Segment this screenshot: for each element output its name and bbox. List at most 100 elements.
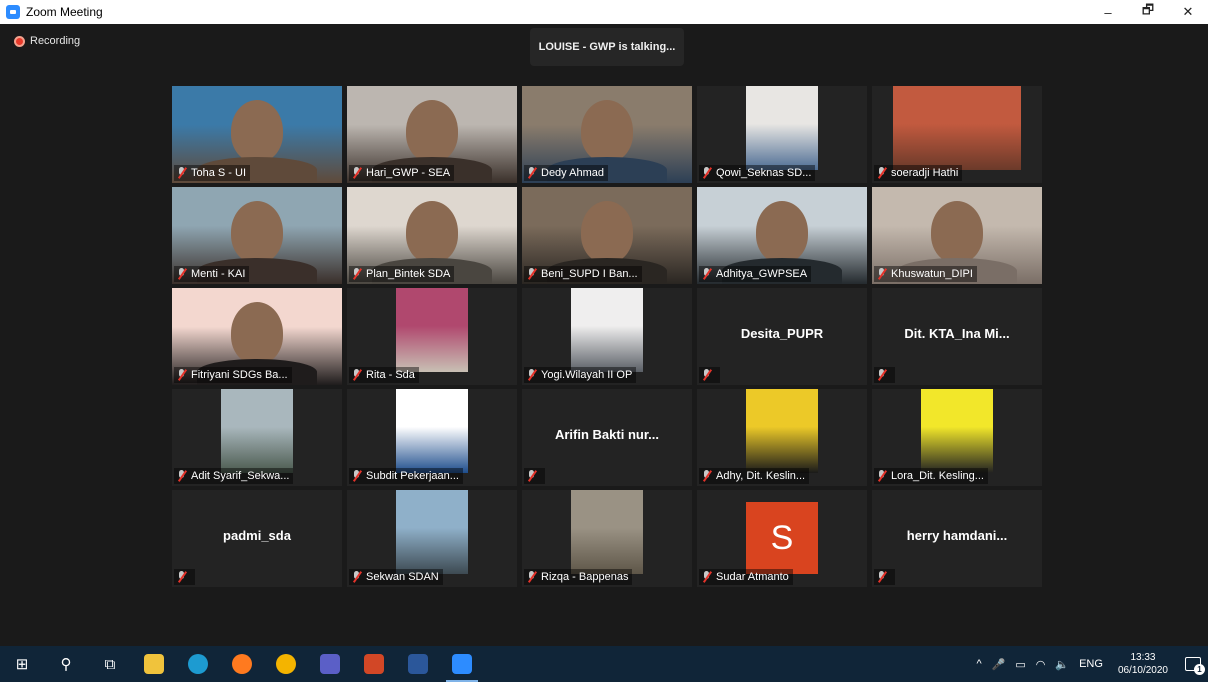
participant-tile[interactable]: Desita_PUPR — [697, 288, 867, 385]
search-icon: ⚲ — [60, 656, 72, 673]
participant-name: Hari_GWP - SEA — [366, 167, 451, 179]
participant-name: Yogi.Wilayah II OP — [541, 369, 633, 381]
participant-thumbnail — [571, 288, 643, 372]
taskbar-firefox-button[interactable] — [220, 646, 264, 682]
participant-tile[interactable]: herry hamdani... — [872, 490, 1042, 587]
participant-tile[interactable]: Plan_Bintek SDA — [347, 187, 517, 284]
taskbar-file-explorer-button[interactable] — [132, 646, 176, 682]
participant-tile[interactable]: Arifin Bakti nur... — [522, 389, 692, 486]
participant-tile[interactable]: Rita - Sda — [347, 288, 517, 385]
muted-mic-icon — [351, 369, 363, 381]
zoom-app-icon — [6, 5, 20, 19]
participant-name: soeradji Hathi — [891, 167, 959, 179]
participant-name-label: Rizqa - Bappenas — [524, 569, 633, 585]
muted-mic-icon — [876, 167, 888, 179]
participant-display-name: Desita_PUPR — [740, 326, 824, 341]
participant-tile[interactable]: Rizqa - Bappenas — [522, 490, 692, 587]
participant-name-label: Lora_Dit. Kesling... — [874, 468, 988, 484]
participant-name-label: Beni_SUPD I Ban... — [524, 266, 642, 282]
participant-display-name: padmi_sda — [223, 528, 291, 543]
participant-name: Sudar Atmanto — [716, 571, 789, 583]
taskbar-windows-start-button[interactable]: ⊞ — [0, 646, 44, 682]
participant-name-label: Fitriyani SDGs Ba... — [174, 367, 292, 383]
word-icon — [408, 654, 428, 674]
participant-name: Khuswatun_DIPI — [891, 268, 973, 280]
taskbar-powerpoint-button[interactable] — [352, 646, 396, 682]
window-title: Zoom Meeting — [26, 5, 103, 19]
recording-indicator[interactable]: Recording — [14, 35, 80, 47]
restore-button[interactable]: 🗗 — [1128, 0, 1168, 24]
task-view-icon: ⧉ — [104, 655, 116, 673]
participant-tile[interactable]: Toha S - UI — [172, 86, 342, 183]
participant-tile[interactable]: Qowi_Seknas SD... — [697, 86, 867, 183]
system-tray: ^ 🎤 ▭ ◠ 🔈 ENG 13:33 06/10/2020 1 — [972, 646, 1208, 682]
record-icon — [14, 35, 25, 47]
participant-thumbnail — [571, 490, 643, 574]
taskbar-word-button[interactable] — [396, 646, 440, 682]
participant-tile[interactable]: Hari_GWP - SEA — [347, 86, 517, 183]
action-center-button[interactable]: 1 — [1178, 646, 1208, 682]
taskbar-edge-button[interactable] — [176, 646, 220, 682]
participant-tile[interactable]: Yogi.Wilayah II OP — [522, 288, 692, 385]
participant-thumbnail — [893, 86, 1021, 170]
participant-face — [231, 302, 283, 364]
muted-mic-icon — [701, 571, 713, 583]
participant-tile[interactable]: Dit. KTA_Ina Mi... — [872, 288, 1042, 385]
show-hidden-icons-chevron[interactable]: ^ — [977, 658, 982, 670]
participant-thumbnail — [396, 389, 468, 473]
muted-mic-icon — [351, 268, 363, 280]
participant-tile[interactable]: Beni_SUPD I Ban... — [522, 187, 692, 284]
notification-badge: 1 — [1194, 664, 1205, 675]
muted-mic-icon — [701, 167, 713, 179]
participant-tile[interactable]: Khuswatun_DIPI — [872, 187, 1042, 284]
participant-face — [581, 100, 633, 162]
participant-name-label — [874, 569, 895, 585]
muted-mic-icon — [526, 268, 538, 280]
participant-tile[interactable]: padmi_sda — [172, 490, 342, 587]
taskbar-task-view-button[interactable]: ⧉ — [88, 646, 132, 682]
participant-name: Dedy Ahmad — [541, 167, 604, 179]
volume-icon[interactable]: 🔈 — [1055, 658, 1069, 671]
taskbar-teams-button[interactable] — [308, 646, 352, 682]
taskbar-search-button[interactable]: ⚲ — [44, 646, 88, 682]
file-explorer-icon — [144, 654, 164, 674]
powerpoint-icon — [364, 654, 384, 674]
minimize-button[interactable]: – — [1088, 0, 1128, 24]
participant-name: Rizqa - Bappenas — [541, 571, 629, 583]
participant-tile[interactable]: Adhitya_GWPSEA — [697, 187, 867, 284]
muted-mic-icon — [351, 167, 363, 179]
participant-name: Qowi_Seknas SD... — [716, 167, 812, 179]
muted-mic-icon — [526, 369, 538, 381]
taskbar-chrome-button[interactable] — [264, 646, 308, 682]
participant-tile[interactable]: Sekwan SDAN — [347, 490, 517, 587]
close-button[interactable]: ✕ — [1168, 0, 1208, 24]
participant-tile[interactable]: Adhy, Dit. Keslin... — [697, 389, 867, 486]
participant-face — [581, 201, 633, 263]
participant-name: Menti - KAI — [191, 268, 246, 280]
muted-mic-icon — [351, 470, 363, 482]
participant-tile[interactable]: Lora_Dit. Kesling... — [872, 389, 1042, 486]
participant-name-label: Adit Syarif_Sekwa... — [174, 468, 294, 484]
language-indicator[interactable]: ENG — [1079, 658, 1103, 670]
participant-tile[interactable]: Adit Syarif_Sekwa... — [172, 389, 342, 486]
meeting-area: Recording LOUISE - GWP is talking... Toh… — [0, 24, 1208, 646]
microphone-icon[interactable]: 🎤 — [992, 658, 1006, 671]
wifi-icon[interactable]: ◠ — [1036, 658, 1046, 671]
participant-tile[interactable]: Fitriyani SDGs Ba... — [172, 288, 342, 385]
participant-tile[interactable]: S Sudar Atmanto — [697, 490, 867, 587]
participant-tile[interactable]: Menti - KAI — [172, 187, 342, 284]
participant-tile[interactable]: Subdit Pekerjaan... — [347, 389, 517, 486]
muted-mic-icon — [176, 369, 188, 381]
battery-icon[interactable]: ▭ — [1015, 658, 1025, 671]
participant-name-label: Khuswatun_DIPI — [874, 266, 977, 282]
participant-face — [406, 201, 458, 263]
participant-tile[interactable]: Dedy Ahmad — [522, 86, 692, 183]
participant-tile[interactable]: soeradji Hathi — [872, 86, 1042, 183]
participant-name-label: Qowi_Seknas SD... — [699, 165, 816, 181]
participant-name-label: Subdit Pekerjaan... — [349, 468, 463, 484]
taskbar-zoom-button[interactable] — [440, 646, 484, 682]
clock[interactable]: 13:33 06/10/2020 — [1118, 651, 1168, 677]
muted-mic-icon — [526, 470, 538, 482]
muted-mic-icon — [526, 571, 538, 583]
zoom-icon — [452, 654, 472, 674]
